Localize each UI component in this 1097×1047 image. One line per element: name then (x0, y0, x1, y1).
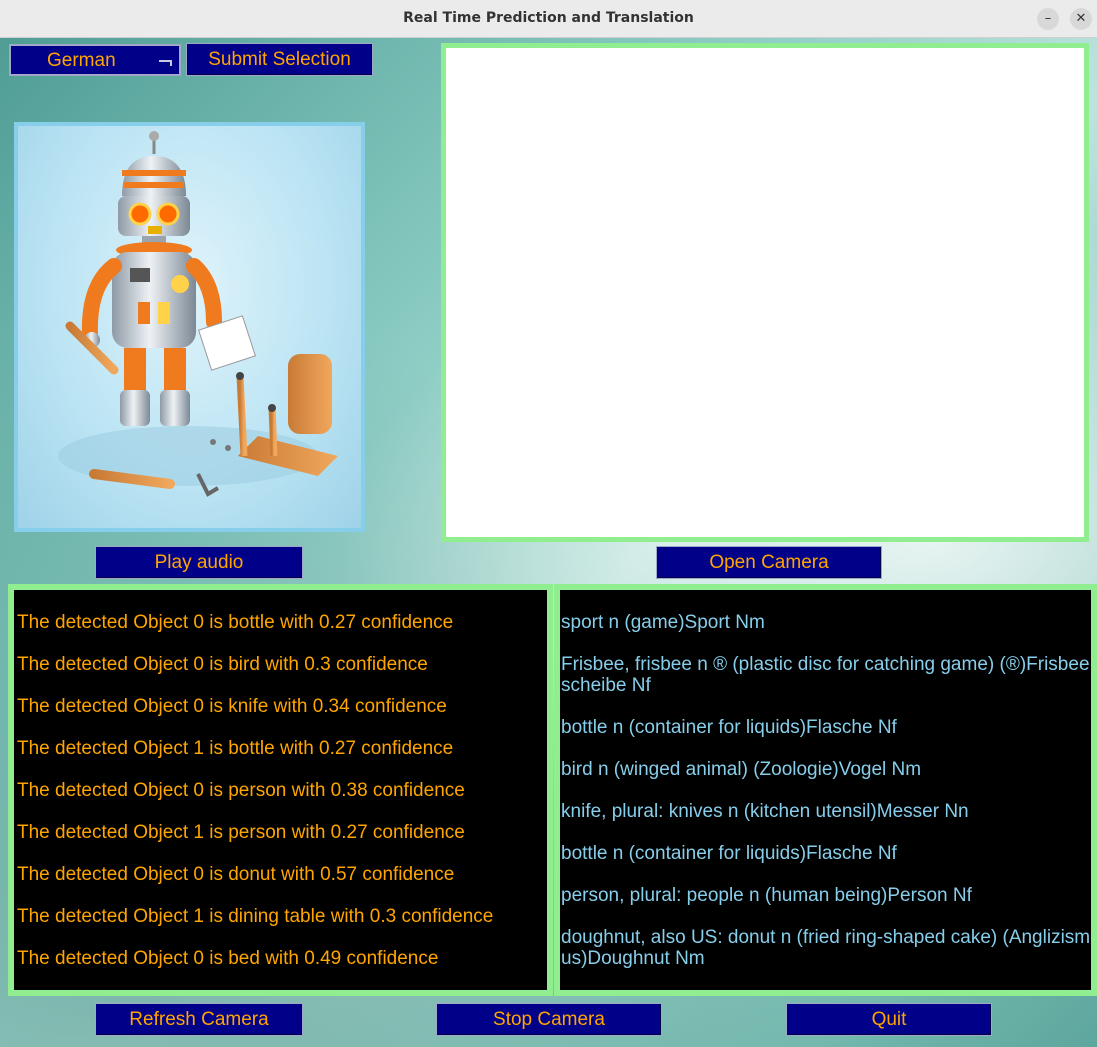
translation-line: bottle n (container for liquids)Flasche … (561, 717, 897, 738)
translation-line: bottle n (container for liquids)Flasche … (561, 843, 897, 864)
detections-panel: The detected Object 0 is bottle with 0.2… (8, 584, 553, 996)
detection-line: The detected Object 1 is bottle with 0.2… (17, 738, 454, 759)
translations-panel: sport n (game)Sport Nm Frisbee, frisbee … (554, 584, 1097, 996)
translation-line: sport n (game)Sport Nm (561, 612, 765, 633)
refresh-camera-button[interactable]: Refresh Camera (95, 1003, 303, 1036)
dropdown-indicator-icon (159, 60, 172, 66)
translation-line: knife, plural: knives n (kitchen utensil… (561, 801, 969, 822)
detection-line: The detected Object 0 is bed with 0.49 c… (17, 948, 439, 969)
robot-illustration-icon (58, 131, 338, 497)
translation-line: Frisbee, frisbee n ® (plastic disc for c… (561, 654, 1090, 696)
camera-view (441, 43, 1089, 542)
quit-button[interactable]: Quit (786, 1003, 992, 1036)
detection-line: The detected Object 1 is person with 0.2… (17, 822, 465, 843)
window-title: Real Time Prediction and Translation (403, 10, 694, 26)
detection-line: The detected Object 0 is bottle with 0.2… (17, 612, 454, 633)
translation-line: bird n (winged animal) (Zoologie)Vogel N… (561, 759, 922, 780)
stop-camera-button[interactable]: Stop Camera (436, 1003, 662, 1036)
detection-line: The detected Object 1 is dining table wi… (17, 906, 494, 927)
detection-line: The detected Object 0 is bird with 0.3 c… (17, 654, 428, 675)
language-dropdown[interactable]: German (9, 44, 181, 76)
open-camera-button[interactable]: Open Camera (656, 546, 882, 579)
translation-line: person, plural: people n (human being)Pe… (561, 885, 972, 906)
title-bar: Real Time Prediction and Translation – ✕ (0, 0, 1097, 38)
detection-line: The detected Object 0 is person with 0.3… (17, 780, 465, 801)
language-dropdown-value: German (47, 50, 116, 71)
robot-image (14, 122, 365, 532)
translation-line: doughnut, also US: donut n (fried ring-s… (561, 927, 1091, 969)
submit-selection-button[interactable]: Submit Selection (186, 43, 373, 76)
play-audio-button[interactable]: Play audio (95, 546, 303, 579)
app-body: German Submit Selection Play audio Open … (0, 38, 1097, 1047)
minimize-button[interactable]: – (1037, 8, 1059, 30)
close-button[interactable]: ✕ (1070, 8, 1092, 30)
detection-line: The detected Object 0 is donut with 0.57… (17, 864, 455, 885)
detection-line: The detected Object 0 is knife with 0.34… (17, 696, 447, 717)
